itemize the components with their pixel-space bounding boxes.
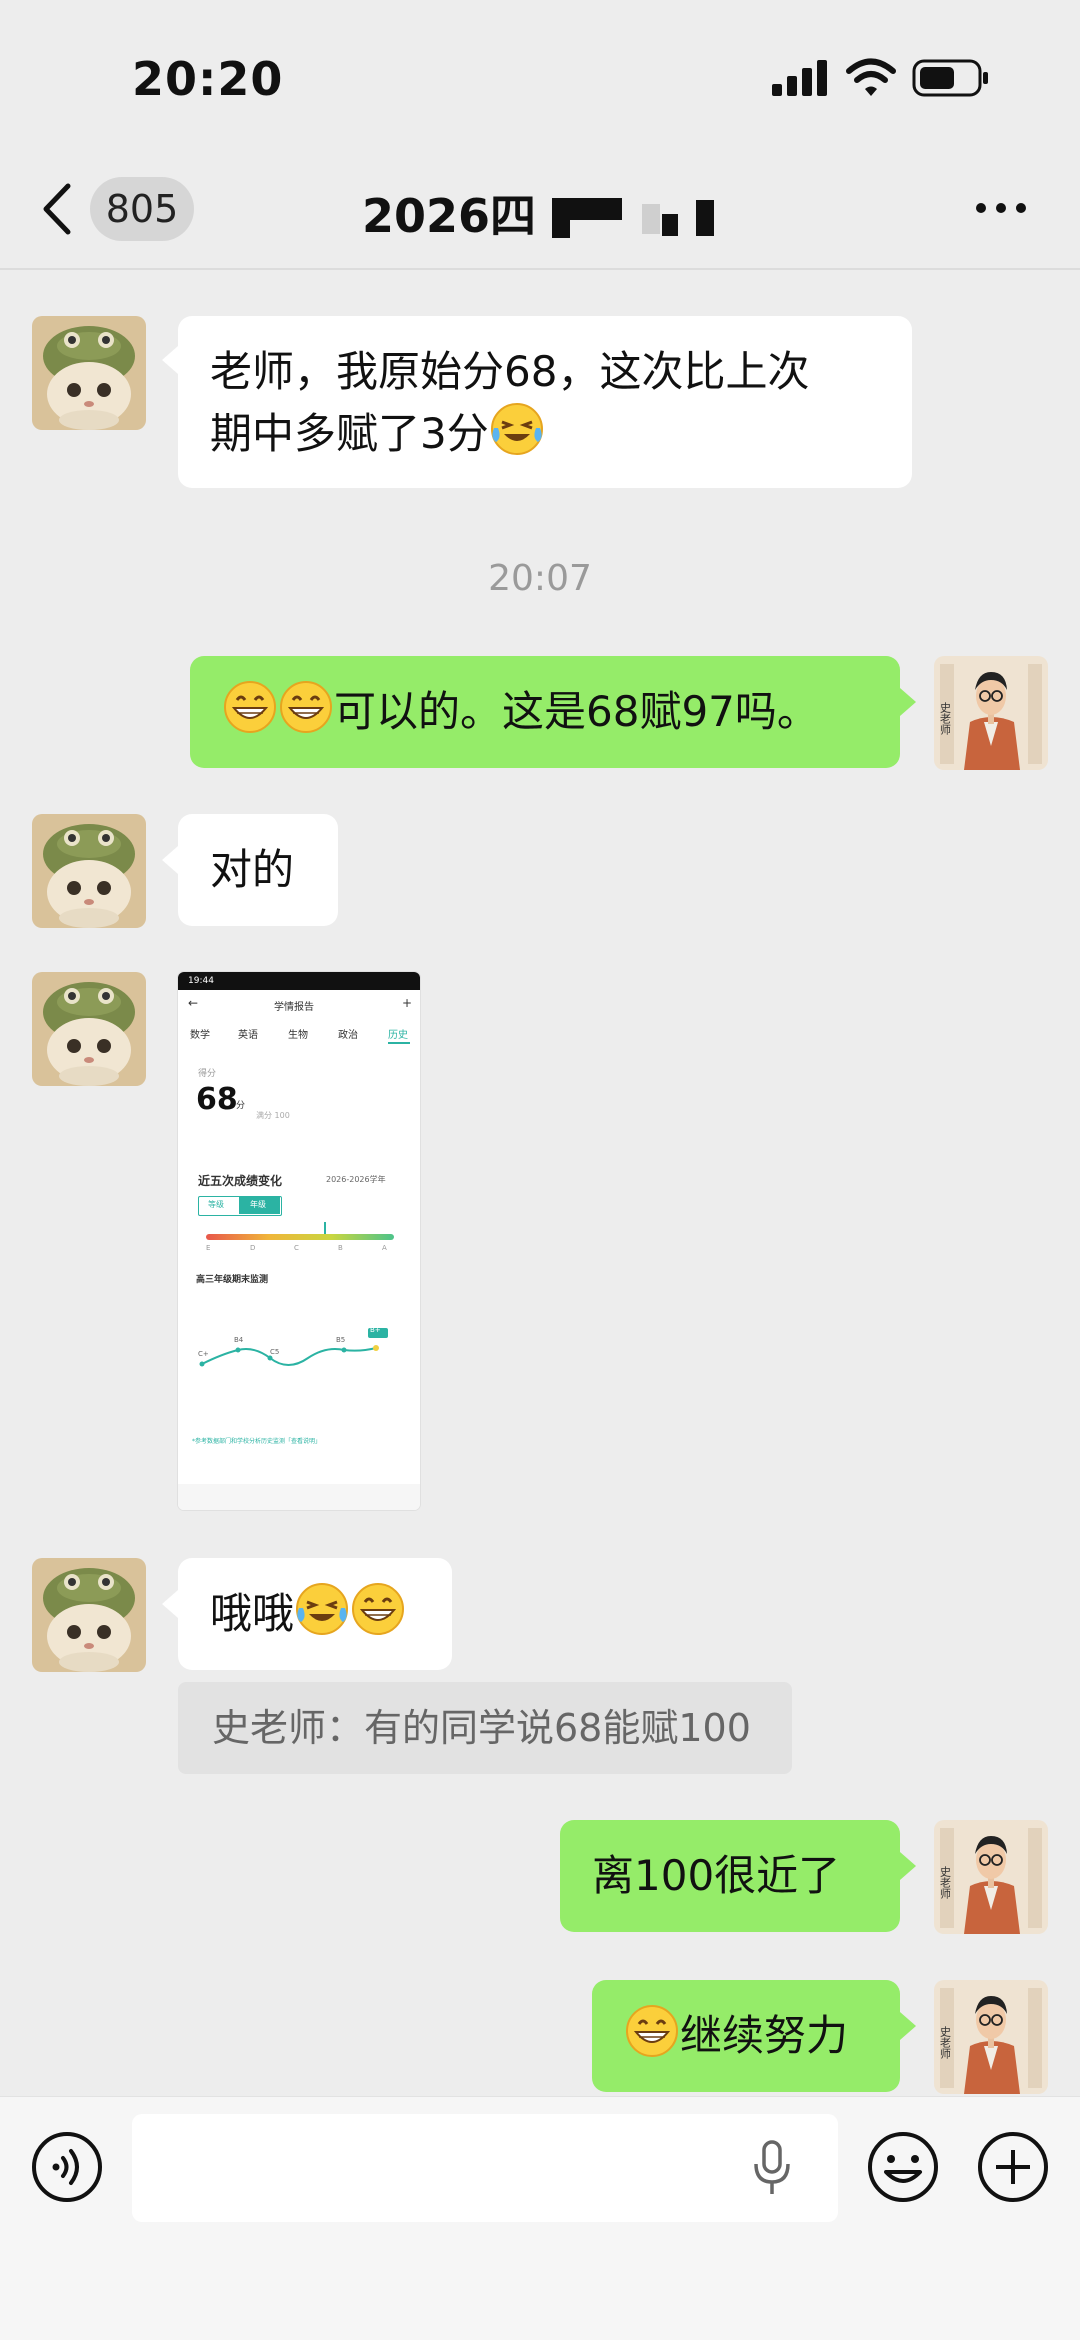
bubble-tail (900, 2012, 916, 2040)
message-text: 对的 (210, 845, 295, 894)
bubble-tail (162, 846, 178, 874)
thumb-grade-label: D (250, 1244, 256, 1252)
thumb-grade-bar (206, 1234, 394, 1240)
laugh-cry-emoji (490, 402, 544, 456)
signal-icon (772, 60, 827, 96)
cat-avatar[interactable] (32, 316, 146, 430)
message-bubble-outgoing[interactable]: 可以的。这是68赋97吗。 (190, 656, 900, 768)
cat-avatar[interactable] (32, 1558, 146, 1672)
thumb-trend-chart (199, 1328, 388, 1367)
thumb-grade-flag (324, 1222, 326, 1234)
thumb-tab: 数学 (190, 1030, 210, 1041)
plus-icon[interactable] (976, 2130, 1050, 2204)
message-bubble-incoming[interactable]: 老师，我原始分68，这次比上次 期中多赋了3分 (178, 316, 912, 488)
thumb-grade-label: A (382, 1244, 387, 1252)
thumb-point-label: C+ (198, 1350, 209, 1358)
cat-avatar[interactable] (32, 972, 146, 1086)
thumb-toggle-option: 年级 (250, 1200, 266, 1209)
bubble-tail (162, 346, 178, 374)
smiley-icon[interactable] (866, 2130, 940, 2204)
thumb-back-arrow: ← (188, 996, 199, 1010)
microphone-icon[interactable] (752, 2140, 792, 2196)
message-text: 老师，我原始分68，这次比上次 (210, 347, 810, 396)
message-input[interactable] (132, 2114, 838, 2222)
more-dots-icon[interactable] (974, 200, 1028, 216)
voice-wave-icon[interactable] (30, 2130, 104, 2204)
unread-count-badge[interactable]: 805 (90, 177, 194, 241)
thumb-score-label: 得分 (198, 1069, 217, 1079)
message-text: 离100很近了 (592, 1851, 841, 1900)
thumb-tab-active: 历史 (388, 1030, 408, 1041)
thumb-grade-label: E (206, 1244, 211, 1252)
status-time: 20:20 (132, 52, 284, 106)
message-text: 期中多赋了3分 (210, 409, 489, 458)
thumb-point-label: B5 (336, 1336, 346, 1344)
message-text: 继续努力 (680, 2011, 849, 2060)
title-redaction (662, 214, 678, 236)
thumb-grade-label: C (294, 1244, 299, 1252)
message-bubble-outgoing[interactable]: 离100很近了 (560, 1820, 900, 1932)
thumb-trend-title: 近五次成绩变化 (198, 1174, 283, 1188)
thumb-tab: 生物 (288, 1030, 308, 1041)
thumb-header-title: 学情报告 (274, 1002, 314, 1013)
thumb-score-unit: 分 (236, 1101, 246, 1111)
thumb-point-label-current: B+ (370, 1326, 381, 1334)
message-text: 可以的。这是68赋97吗。 (334, 687, 819, 736)
message-text: 哦哦 (210, 1589, 295, 1638)
teacher-avatar[interactable] (934, 1980, 1048, 2094)
thumb-point-label: B4 (234, 1336, 244, 1344)
chat-title-text: 2026四 (362, 189, 537, 243)
grinning-emoji (625, 2004, 679, 2058)
message-bubble-incoming[interactable]: 对的 (178, 814, 338, 926)
message-text-line2: 期中多赋了3分 (210, 402, 880, 464)
thumb-grade-label: B (338, 1244, 343, 1252)
thumb-plus: + (402, 996, 413, 1010)
bubble-tail (162, 1590, 178, 1618)
grinning-emoji (279, 680, 333, 734)
grinning-emoji (223, 680, 277, 734)
thumb-year-range: 2026-2026学年 (326, 1175, 386, 1184)
thumb-status-time: 19:44 (188, 976, 214, 986)
thumb-score-value: 68 (196, 1082, 238, 1117)
title-redaction (552, 220, 570, 238)
title-redaction (696, 200, 714, 236)
thumb-exam-title: 高三年级期末监测 (196, 1275, 269, 1285)
battery-icon (912, 59, 988, 97)
thumb-nav-bar (178, 1484, 420, 1510)
teacher-avatar[interactable] (934, 1820, 1048, 1934)
quoted-message[interactable]: 史老师：有的同学说68能赋100 (178, 1682, 792, 1774)
title-redaction (552, 198, 622, 220)
thumb-tab-underline (388, 1042, 410, 1044)
thumb-status-bar: 19:44 (178, 972, 420, 990)
shared-screenshot-image[interactable]: 19:44 ← 学情报告 + 数学 英语 生物 政治 历史 得分 68 分 满分… (178, 972, 420, 1510)
thumb-tab: 英语 (238, 1030, 258, 1041)
message-bubble-incoming[interactable]: 哦哦 (178, 1558, 452, 1670)
title-redaction (642, 204, 660, 234)
cat-avatar[interactable] (32, 814, 146, 928)
thumb-score-total: 满分 100 (256, 1111, 290, 1120)
teacher-avatar[interactable] (934, 656, 1048, 770)
grinning-emoji (351, 1582, 405, 1636)
laugh-cry-emoji (295, 1582, 349, 1636)
thumb-footnote: *参考数据部门和学校分析历史监测「查看说明」 (192, 1438, 322, 1445)
thumb-toggle-option: 等级 (208, 1200, 224, 1209)
bubble-tail (900, 688, 916, 716)
thumb-point-label: C5 (270, 1348, 280, 1356)
chat-title: 2026四 (362, 180, 536, 246)
timestamp-divider: 20:07 (488, 558, 592, 599)
message-bubble-outgoing[interactable]: 继续努力 (592, 1980, 900, 2092)
thumb-tab: 政治 (338, 1030, 358, 1041)
bubble-tail (900, 1852, 916, 1880)
chevron-left-icon[interactable] (40, 182, 76, 236)
wifi-icon (846, 58, 896, 96)
